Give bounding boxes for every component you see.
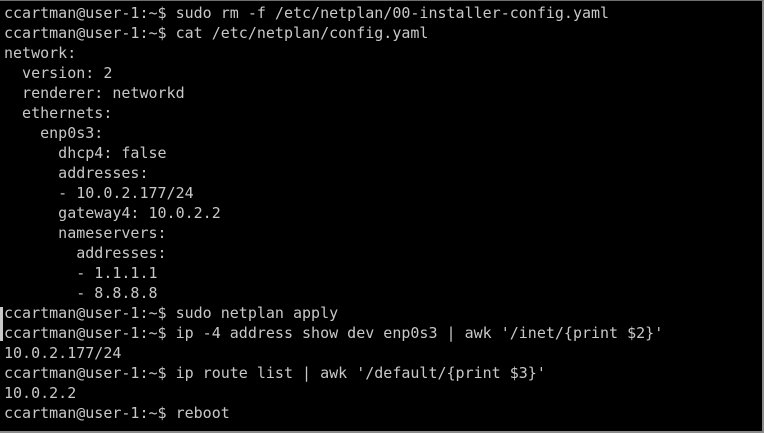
terminal-line: renderer: networkd <box>4 84 185 102</box>
terminal-line: ccartman@user-1:~$ sudo rm -f /etc/netpl… <box>4 4 610 22</box>
terminal-line: enp0s3: <box>4 124 104 142</box>
terminal-line: ccartman@user-1:~$ cat /etc/netplan/conf… <box>4 24 429 42</box>
terminal-line: ccartman@user-1:~$ ip -4 address show de… <box>4 324 664 342</box>
terminal-line: dhcp4: false <box>4 144 167 162</box>
terminal-line: 10.0.2.177/24 <box>4 344 122 362</box>
terminal-line: - 1.1.1.1 <box>4 264 158 282</box>
terminal-line: ccartman@user-1:~$ reboot <box>4 404 230 422</box>
terminal-window[interactable]: ccartman@user-1:~$ sudo rm -f /etc/netpl… <box>0 0 764 433</box>
terminal-line: addresses: <box>4 244 167 262</box>
terminal-line: gateway4: 10.0.2.2 <box>4 204 221 222</box>
terminal-line: addresses: <box>4 164 149 182</box>
terminal-output: ccartman@user-1:~$ sudo rm -f /etc/netpl… <box>4 3 758 423</box>
terminal-line: - 10.0.2.177/24 <box>4 184 194 202</box>
terminal-line: ccartman@user-1:~$ ip route list | awk '… <box>4 364 546 382</box>
terminal-line: version: 2 <box>4 64 113 82</box>
terminal-line: ccartman@user-1:~$ sudo netplan apply <box>4 304 339 322</box>
terminal-line: network: <box>4 44 77 62</box>
terminal-line: 10.0.2.2 <box>4 384 77 402</box>
text-cursor <box>0 307 3 341</box>
terminal-line: nameservers: <box>4 224 167 242</box>
terminal-line: - 8.8.8.8 <box>4 284 158 302</box>
terminal-line: ethernets: <box>4 104 113 122</box>
